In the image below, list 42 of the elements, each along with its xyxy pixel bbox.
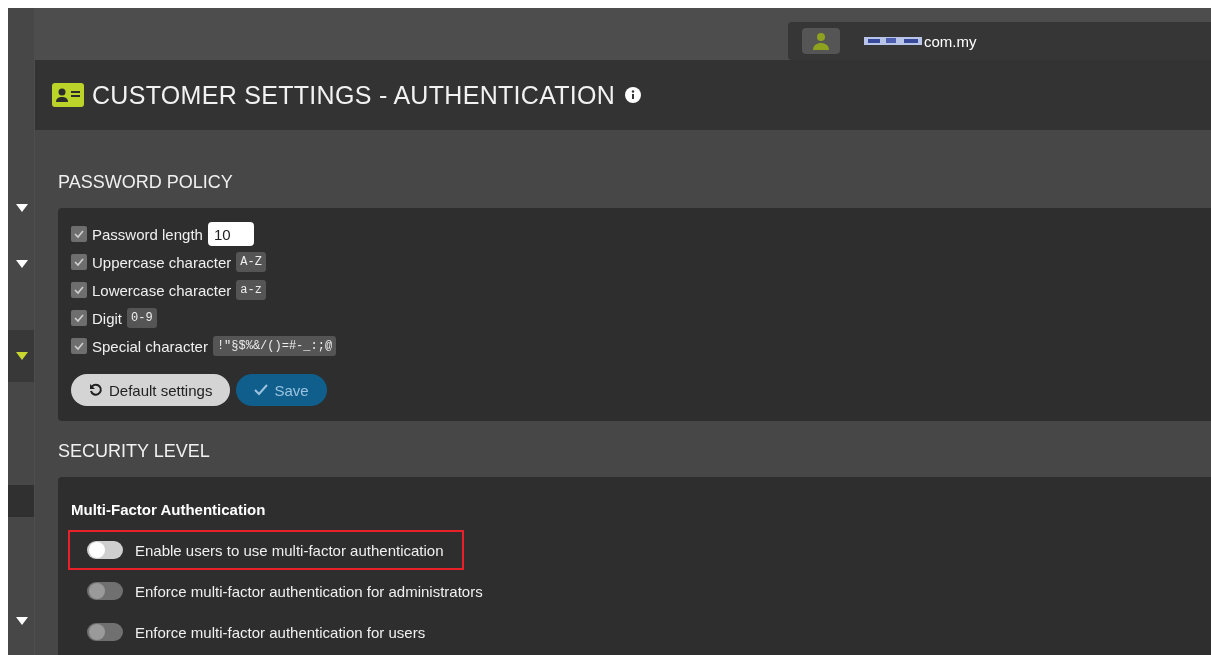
rule-label: Password length xyxy=(92,225,203,243)
caret-icon[interactable] xyxy=(16,260,28,268)
id-card-icon xyxy=(52,83,84,107)
subsection-title: Multi-Factor Authentication xyxy=(71,501,267,518)
check-icon xyxy=(73,228,85,240)
toggle-label: Enforce multi-factor authentication for users xyxy=(135,623,426,641)
checkbox[interactable] xyxy=(71,310,87,326)
rule-label: Lowercase character xyxy=(92,281,232,299)
account-bar[interactable]: com.my xyxy=(788,22,1211,60)
caret-icon[interactable] xyxy=(16,204,28,212)
character-tag: A-Z xyxy=(236,252,266,272)
caret-icon[interactable] xyxy=(16,617,28,625)
check-icon xyxy=(73,256,85,268)
undo-icon xyxy=(89,383,103,397)
character-tag: 0-9 xyxy=(127,308,157,328)
toggle-label: Enforce multi-factor authentication for administrators xyxy=(135,582,483,600)
default-settings-button[interactable]: Default settings xyxy=(71,374,231,406)
redacted-mark xyxy=(864,36,924,46)
checkbox[interactable] xyxy=(71,282,87,298)
save-button[interactable]: Save xyxy=(236,374,327,406)
character-tag: a-z xyxy=(236,280,266,300)
rule-label: Digit xyxy=(92,309,122,327)
domain-text: com.my xyxy=(924,32,977,50)
section-title: PASSWORD POLICY xyxy=(58,172,234,194)
check-icon xyxy=(73,312,85,324)
checkbox[interactable] xyxy=(71,338,87,354)
checkbox[interactable] xyxy=(71,254,87,270)
section-title: SECURITY LEVEL xyxy=(58,441,211,463)
toggle-switch[interactable] xyxy=(87,541,123,559)
info-icon[interactable] xyxy=(625,87,642,103)
page-title: CUSTOMER SETTINGS - AUTHENTICATION xyxy=(92,80,616,110)
toggle-label: Enable users to use multi-factor authentication xyxy=(135,541,444,559)
check-icon xyxy=(73,284,85,296)
check-icon xyxy=(254,383,269,397)
rule-label: Special character xyxy=(92,337,208,355)
check-icon xyxy=(73,340,85,352)
input-field[interactable]: 10 xyxy=(207,222,254,246)
character-tag: !"§$%&/()=#-_:;@ xyxy=(212,336,337,356)
user-icon xyxy=(802,28,840,54)
rule-label: Uppercase character xyxy=(92,253,232,271)
checkbox[interactable] xyxy=(71,226,87,242)
caret-icon[interactable] xyxy=(16,352,28,360)
